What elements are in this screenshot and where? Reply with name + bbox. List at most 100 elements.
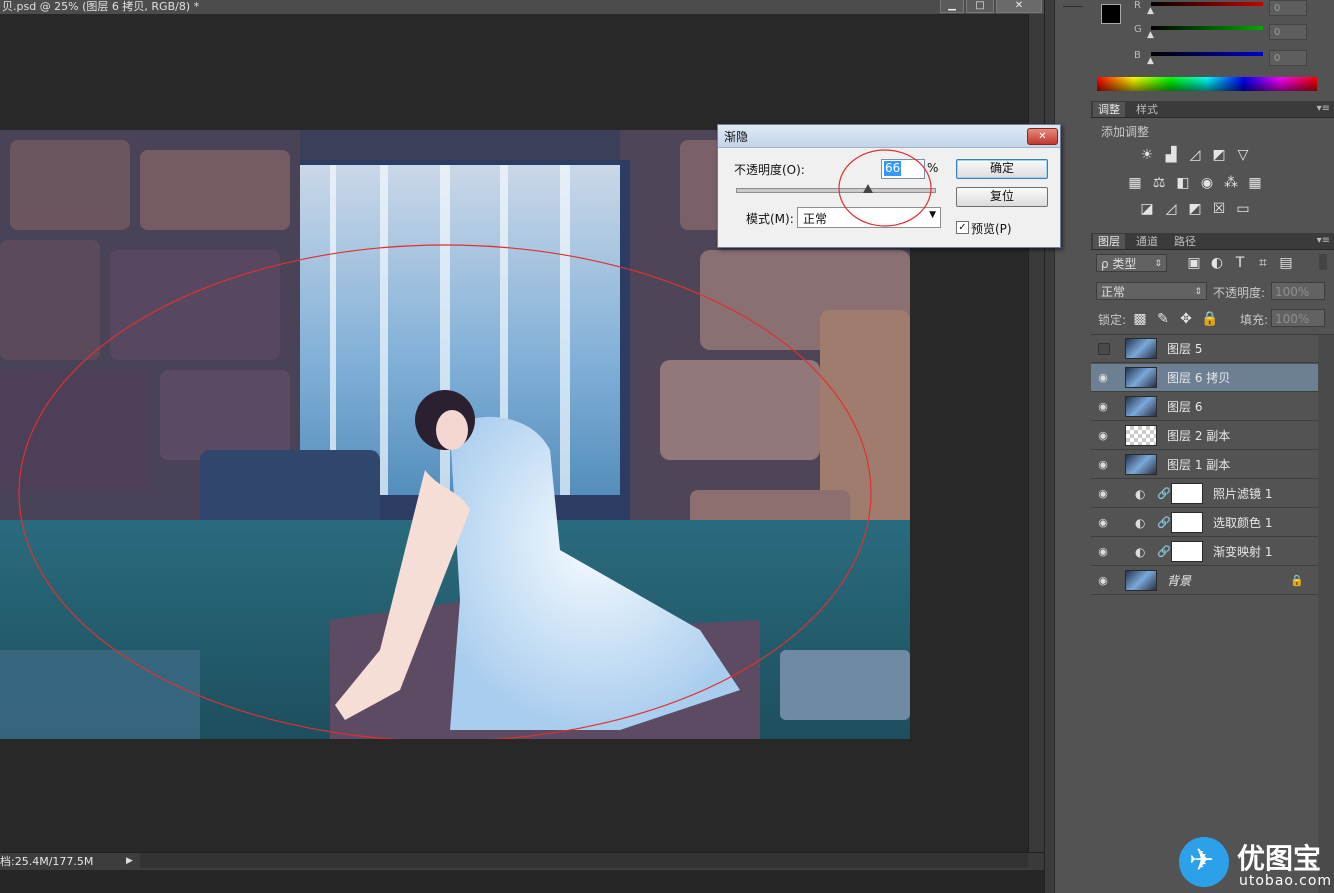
color-lookup-icon[interactable]: ▦ [1247,176,1263,190]
minimize-button[interactable]: ▁ [940,0,964,13]
brightness-icon[interactable]: ☀ [1139,148,1155,162]
invert-icon[interactable]: ◪ [1139,202,1155,216]
tab-styles[interactable]: 样式 [1131,102,1163,117]
panel-menu-icon[interactable]: ▾≡ [1317,103,1330,114]
document-title-bar: 贝.psd @ 25% (图层 6 拷贝, RGB/8) * [0,0,1044,14]
layer-thumbnail[interactable] [1125,367,1157,388]
tab-channels[interactable]: 通道 [1131,234,1163,249]
posterize-icon[interactable]: ◿ [1163,202,1179,216]
channel-value-field[interactable]: 0 [1269,24,1307,40]
layer-row[interactable]: ◉ ◐ 🔗 渐变映射 1 [1091,538,1318,566]
preview-label: 预览(P) [971,222,1012,236]
channel-slider[interactable] [1151,26,1263,30]
tab-layers[interactable]: 图层 [1093,234,1125,249]
layer-mask-thumbnail[interactable] [1171,512,1203,533]
layer-row[interactable]: ◉ ◐ 🔗 照片滤镜 1 [1091,480,1318,508]
watermark-bird-logo: ✈ [1179,837,1229,887]
layers-panel-menu-icon[interactable]: ▾≡ [1317,235,1330,246]
filter-pixel-icon[interactable]: ▣ [1186,256,1202,270]
layers-scrollbar[interactable] [1318,335,1334,893]
lock-transparent-icon[interactable]: ▩ [1132,312,1148,326]
link-icon[interactable]: 🔗 [1157,516,1171,529]
bird-icon: ✈ [1189,843,1215,878]
layer-row[interactable]: ◉ 图层 6 [1091,393,1318,421]
eye-icon[interactable]: ◉ [1096,574,1110,588]
black-white-icon[interactable]: ◧ [1175,176,1191,190]
selective-color-icon[interactable]: ☒ [1211,202,1227,216]
link-icon[interactable]: 🔗 [1157,487,1171,500]
filter-toggle[interactable] [1319,254,1327,270]
reset-button[interactable]: 复位 [956,187,1048,207]
blend-mode-select[interactable]: 正常 ⇕ [1096,282,1207,300]
eye-icon[interactable]: ◉ [1096,429,1110,443]
eye-icon[interactable]: ◉ [1096,516,1110,530]
fade-dialog: 渐隐 ✕ 不透明度(O): 66 % 模式(M): 正常 ▼ 确定 复位 ✓ 预… [717,124,1061,248]
eye-icon[interactable]: ◉ [1096,371,1110,385]
restore-button[interactable]: □ [966,0,994,13]
vibrance-icon[interactable]: ▽ [1235,148,1251,162]
layer-thumbnail[interactable] [1125,396,1157,417]
dialog-title-bar[interactable]: 渐隐 ✕ [718,125,1060,148]
filter-shape-icon[interactable]: ⌗ [1255,256,1271,270]
eye-icon[interactable]: ◉ [1096,487,1110,501]
adjustment-icon-grid: ☀ ▟ ◿ ◩ ▽ ▦ ⚖ ◧ ◉ ⁂ ▦ ◪ ◿ ◩ ☒ ▭ [1091,140,1334,230]
channel-value-field[interactable]: 0 [1269,0,1307,16]
close-document-button[interactable]: ✕ [996,0,1042,13]
panel-grip[interactable] [1063,0,1083,7]
fill-label: 填充: [1240,313,1269,327]
color-channel-row: G ▲ 0 [1091,24,1334,46]
hue-saturation-icon[interactable]: ▦ [1127,176,1143,190]
watermark: ✈ 优图宝 utobao.com [1179,835,1334,893]
threshold-icon[interactable]: ◩ [1187,202,1203,216]
layer-row[interactable]: ◉ 图层 2 副本 [1091,422,1318,450]
layer-mask-thumbnail[interactable] [1171,541,1203,562]
eye-icon[interactable]: ◉ [1096,545,1110,559]
channel-mixer-icon[interactable]: ⁂ [1223,176,1239,190]
channel-label: R [1134,0,1141,11]
layer-mask-thumbnail[interactable] [1171,483,1203,504]
curves-icon[interactable]: ◿ [1187,148,1203,162]
tab-adjustments[interactable]: 调整 [1093,102,1125,117]
exposure-icon[interactable]: ◩ [1211,148,1227,162]
levels-icon[interactable]: ▟ [1163,148,1179,162]
filter-adjustment-icon[interactable]: ◐ [1209,256,1225,270]
channel-slider-thumb[interactable]: ▲ [1147,30,1154,40]
channel-slider-thumb[interactable]: ▲ [1147,56,1154,66]
lock-icon: 🔒 [1290,574,1304,587]
layer-row[interactable]: ◉ ◐ 🔗 选取颜色 1 [1091,509,1318,537]
resize-grip-icon[interactable] [1028,853,1044,869]
lock-position-icon[interactable]: ✥ [1178,312,1194,326]
dialog-close-button[interactable]: ✕ [1027,128,1058,145]
layer-row[interactable]: 图层 5 [1091,335,1318,363]
horizontal-scrollbar[interactable] [140,853,1028,868]
layer-row[interactable]: ◉ 图层 6 拷贝 [1091,364,1318,392]
color-balance-icon[interactable]: ⚖ [1151,176,1167,190]
channel-slider-thumb[interactable]: ▲ [1147,6,1154,16]
status-menu-arrow-icon[interactable]: ▶ [126,853,133,870]
layer-thumbnail[interactable] [1125,454,1157,475]
layer-filter-select[interactable]: ρ 类型 ⇕ [1096,254,1167,272]
eye-icon[interactable]: ◉ [1096,458,1110,472]
gradient-map-icon[interactable]: ▭ [1235,202,1251,216]
layer-thumbnail[interactable] [1125,570,1157,591]
visibility-toggle[interactable] [1098,343,1110,355]
layer-thumbnail[interactable] [1125,425,1157,446]
lock-all-icon[interactable]: 🔒 [1201,312,1218,326]
lock-paint-icon[interactable]: ✎ [1155,312,1171,326]
layer-thumbnail[interactable] [1125,338,1157,359]
channel-value-field[interactable]: 0 [1269,50,1307,66]
opacity-field[interactable]: 100% [1271,282,1325,300]
preview-checkbox[interactable]: ✓ [956,221,969,234]
eye-icon[interactable]: ◉ [1096,400,1110,414]
photo-filter-icon[interactable]: ◉ [1199,176,1215,190]
filter-type-icon[interactable]: T [1232,256,1248,270]
channel-slider[interactable] [1151,52,1263,56]
filter-smart-object-icon[interactable]: ▤ [1278,256,1294,270]
layer-row[interactable]: ◉ 背景 🔒 [1091,567,1318,595]
ok-button[interactable]: 确定 [956,159,1048,179]
layer-row[interactable]: ◉ 图层 1 副本 [1091,451,1318,479]
channel-slider[interactable] [1151,2,1263,6]
fill-field[interactable]: 100% [1271,309,1325,327]
tab-paths[interactable]: 路径 [1169,234,1201,249]
link-icon[interactable]: 🔗 [1157,545,1171,558]
